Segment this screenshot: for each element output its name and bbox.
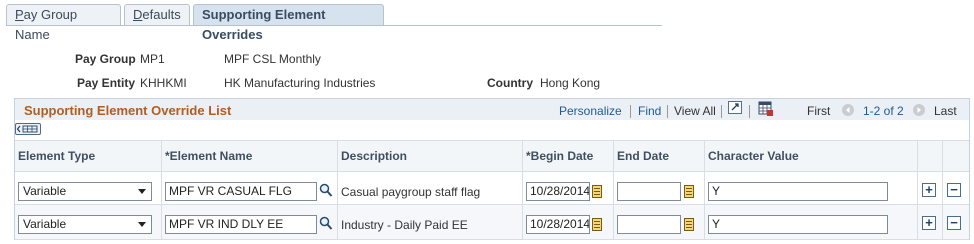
pay-group-label: Pay Group xyxy=(75,52,136,66)
col-header-description[interactable]: Description xyxy=(341,149,407,163)
pay-entity-description: HK Manufacturing Industries xyxy=(224,76,376,90)
calendar-icon[interactable] xyxy=(592,185,602,198)
next-arrow-icon[interactable] xyxy=(913,104,925,116)
add-row-button[interactable]: + xyxy=(922,183,936,197)
view-all-link[interactable]: View All xyxy=(674,104,716,118)
pay-entity-label: Pay Entity xyxy=(77,76,136,90)
nav-separator xyxy=(749,105,750,118)
chevron-down-icon xyxy=(138,222,146,227)
show-all-columns-icon[interactable] xyxy=(15,123,41,135)
previous-arrow-icon[interactable] xyxy=(842,104,854,116)
col-header-character-value[interactable]: Character Value xyxy=(708,149,799,163)
column-divider xyxy=(704,140,705,240)
description-text: Industry - Daily Paid EE xyxy=(341,218,468,232)
delete-row-button[interactable]: − xyxy=(947,216,961,230)
character-value-input[interactable]: Y xyxy=(708,215,888,234)
tab-defaults[interactable]: Defaults xyxy=(124,4,190,25)
col-header-begin-date[interactable]: *Begin Date xyxy=(526,149,593,163)
calendar-icon[interactable] xyxy=(592,218,602,231)
new-window-icon[interactable] xyxy=(728,101,742,114)
column-divider xyxy=(161,140,162,240)
personalize-link[interactable]: Personalize xyxy=(559,104,622,118)
first-label[interactable]: First xyxy=(807,104,830,118)
tab-defaults-label: efaults xyxy=(142,7,181,22)
element-name-input[interactable]: MPF VR IND DLY EE xyxy=(165,215,317,234)
country-label: Country xyxy=(487,76,533,90)
country-value: Hong Kong xyxy=(540,76,601,90)
column-header-row xyxy=(15,140,969,172)
delete-row-button[interactable]: − xyxy=(947,183,961,197)
lookup-search-icon[interactable] xyxy=(319,216,333,234)
col-header-element-name[interactable]: *Element Name xyxy=(165,149,252,163)
element-type-select[interactable]: Variable xyxy=(18,182,152,201)
column-divider xyxy=(337,140,338,240)
pay-group-value: MP1 xyxy=(140,52,165,66)
find-link[interactable]: Find xyxy=(638,104,661,118)
tab-pay-group-name[interactable]: Pay Group Name xyxy=(6,4,121,42)
column-divider xyxy=(942,140,943,240)
calendar-icon[interactable] xyxy=(684,185,694,198)
element-type-value: Variable xyxy=(23,217,67,231)
tab-underline xyxy=(6,25,662,26)
column-divider xyxy=(522,140,523,240)
element-name-input[interactable]: MPF VR CASUAL FLG xyxy=(165,182,317,201)
pay-entity-value: KHHKMI xyxy=(140,76,187,90)
element-type-value: Variable xyxy=(23,184,67,198)
row-range: 1-2 of 2 xyxy=(863,104,904,118)
begin-date-input[interactable]: 10/28/2014 xyxy=(526,182,590,201)
end-date-input[interactable] xyxy=(617,182,681,201)
col-header-element-type[interactable]: Element Type xyxy=(18,149,95,163)
grid-title: Supporting Element Override List xyxy=(24,103,232,118)
character-value-input[interactable]: Y xyxy=(708,182,888,201)
pay-group-description: MPF CSL Monthly xyxy=(224,52,321,66)
col-header-end-date[interactable]: End Date xyxy=(617,149,669,163)
column-divider xyxy=(613,140,614,240)
element-type-select[interactable]: Variable xyxy=(18,215,152,234)
tab-defaults-accesskey: D xyxy=(133,7,143,22)
tab-pay-group-name-accesskey: P xyxy=(15,7,24,22)
calendar-icon[interactable] xyxy=(684,218,694,231)
description-text: Casual paygroup staff flag xyxy=(341,185,481,199)
add-row-button[interactable]: + xyxy=(922,216,936,230)
download-spreadsheet-icon[interactable] xyxy=(758,101,774,120)
begin-date-input[interactable]: 10/28/2014 xyxy=(526,215,590,234)
last-label[interactable]: Last xyxy=(934,104,957,118)
tab-supporting-element-overrides[interactable]: Supporting Element Overrides xyxy=(193,4,384,42)
column-divider xyxy=(917,140,918,240)
new-window-arrow xyxy=(731,103,739,111)
end-date-input[interactable] xyxy=(617,215,681,234)
nav-separator xyxy=(630,105,631,118)
lookup-search-icon[interactable] xyxy=(319,183,333,201)
nav-separator xyxy=(667,105,668,118)
chevron-down-icon xyxy=(138,189,146,194)
nav-separator xyxy=(721,105,722,118)
